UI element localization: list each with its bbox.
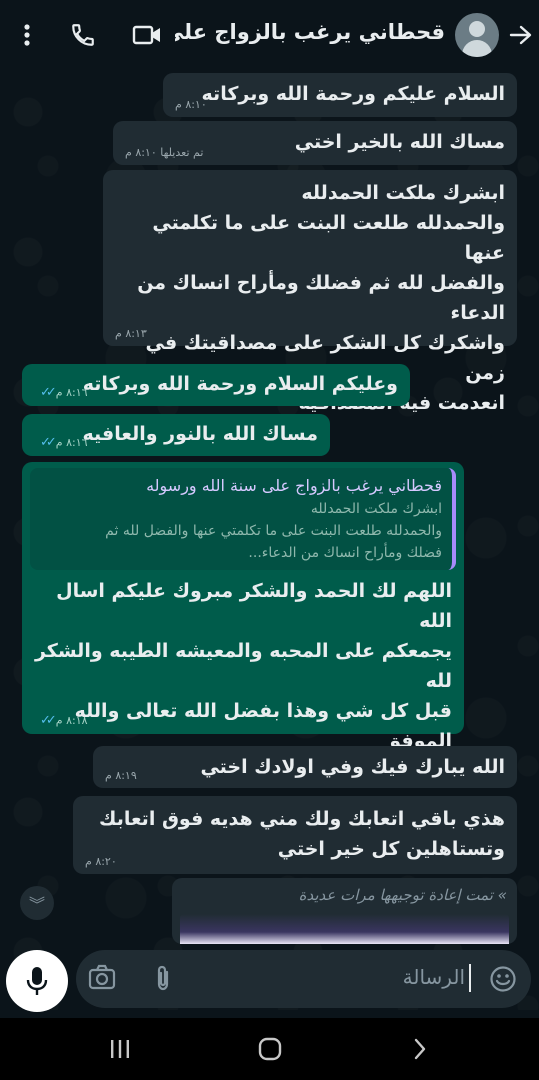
- message-bubble[interactable]: السلام عليكم ورحمة الله وبركاته ٨:١٠ م: [163, 73, 517, 117]
- voice-record-button[interactable]: [6, 950, 68, 1012]
- contact-name[interactable]: قحطاني يرغب بالزواج على ...: [175, 20, 445, 44]
- message-composer[interactable]: الرسالة: [76, 950, 531, 1008]
- video-call-icon[interactable]: [130, 18, 164, 52]
- message-meta: ٨:١٨ م ✓✓: [34, 713, 88, 728]
- forwarded-media-preview: [180, 914, 509, 944]
- quoted-text: ابشرك ملكت الحمدلله والحمدلله طلعت البنت…: [105, 501, 442, 561]
- double-check-icon: ✓✓: [40, 385, 57, 400]
- message-bubble[interactable]: مساك الله بالنور والعافيه ٨:١٦ م ✓✓: [22, 414, 330, 456]
- back-nav-icon[interactable]: [400, 1032, 440, 1066]
- home-icon[interactable]: [250, 1032, 290, 1066]
- message-bubble[interactable]: ابشرك ملكت الحمدلله والحمدلله طلعت البنت…: [103, 170, 517, 414]
- emoji-icon[interactable]: [489, 965, 517, 997]
- message-text: الله يبارك فيك وفي اولادك اختي: [200, 756, 505, 778]
- message-time: ٨:١٦ م: [55, 436, 88, 449]
- system-nav-bar: [0, 1018, 539, 1080]
- recent-apps-icon[interactable]: [100, 1032, 140, 1066]
- forwarded-message[interactable]: » تمت إعادة توجيهها مرات عديدة: [172, 878, 517, 944]
- message-time: ٨:١٣ م: [115, 327, 147, 340]
- phone-icon[interactable]: [66, 18, 100, 52]
- attach-icon[interactable]: [154, 964, 172, 996]
- message-bubble[interactable]: وعليكم السلام ورحمة الله وبركاته ٨:١٦ م …: [22, 364, 410, 406]
- message-time: ٨:١٨ م: [55, 714, 88, 727]
- message-bubble[interactable]: مساك الله بالخير اختي تم تعديلها ٨:١٠ م: [113, 121, 517, 165]
- message-time: ٨:١٦ م: [55, 386, 88, 399]
- message-text: وعليكم السلام ورحمة الله وبركاته: [82, 373, 398, 395]
- message-bubble[interactable]: قحطاني يرغب بالزواج على سنة الله ورسوله …: [22, 462, 464, 782]
- chat-screen: قحطاني يرغب بالزواج على ... السلام عليكم…: [0, 0, 539, 1080]
- message-meta: ٨:١٦ م ✓✓: [34, 385, 88, 400]
- double-check-icon: ✓✓: [40, 435, 57, 450]
- camera-icon[interactable]: [88, 964, 116, 994]
- double-check-icon: ✓✓: [40, 713, 57, 728]
- more-vert-icon[interactable]: [10, 18, 44, 52]
- message-text: السلام عليكم ورحمة الله وبركاته: [201, 83, 505, 105]
- message-meta: ٨:١٦ م ✓✓: [34, 435, 88, 450]
- mic-icon: [26, 967, 48, 995]
- message-time: ٨:١٩ م: [105, 769, 137, 782]
- scroll-down-button[interactable]: ︾: [20, 886, 54, 920]
- message-input[interactable]: الرسالة: [403, 965, 465, 989]
- chat-header: قحطاني يرغب بالزواج على ...: [0, 0, 539, 70]
- message-text: هذي باقي اتعابك ولك مني هديه فوق اتعابك …: [99, 808, 505, 860]
- back-arrow-icon[interactable]: [506, 18, 536, 52]
- avatar[interactable]: [455, 13, 499, 57]
- message-time: ٨:٢٠ م: [85, 855, 117, 868]
- message-time: ٨:١٠ م: [175, 98, 207, 111]
- double-chevron-down-icon: ︾: [28, 895, 45, 914]
- quoted-message[interactable]: قحطاني يرغب بالزواج على سنة الله ورسوله …: [30, 468, 456, 570]
- message-time: تم تعديلها ٨:١٠ م: [125, 146, 204, 159]
- quoted-sender: قحطاني يرغب بالزواج على سنة الله ورسوله: [146, 476, 442, 495]
- forward-icon: »: [497, 886, 507, 904]
- message-bubble[interactable]: هذي باقي اتعابك ولك مني هديه فوق اتعابك …: [73, 796, 517, 874]
- message-bubble[interactable]: الله يبارك فيك وفي اولادك اختي ٨:١٩ م: [93, 746, 517, 788]
- text-cursor: [469, 964, 471, 992]
- forwarded-label: » تمت إعادة توجيهها مرات عديدة: [298, 886, 507, 904]
